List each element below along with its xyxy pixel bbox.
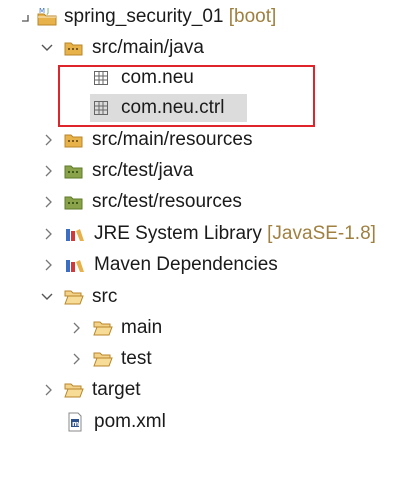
tree-item-src-main-resources[interactable]: src/main/resources	[0, 125, 411, 155]
chevron-right-icon[interactable]	[42, 227, 56, 241]
annotation-highlight-box	[58, 65, 315, 127]
maven-dependencies-label: Maven Dependencies	[94, 254, 278, 275]
target-label: target	[92, 379, 141, 400]
tree-item-pom[interactable]: m pom.xml	[0, 407, 411, 437]
chevron-right-icon[interactable]	[42, 164, 56, 178]
src-main-java-label: src/main/java	[92, 37, 204, 58]
project-label: spring_security_01	[64, 6, 224, 27]
tree-item-src-test-resources[interactable]: src/test/resources	[0, 187, 411, 217]
chevron-right-icon[interactable]	[42, 258, 56, 272]
folder-icon	[92, 317, 114, 339]
folder-label: main	[121, 317, 163, 338]
chevron-down-icon[interactable]	[18, 11, 32, 25]
chevron-right-icon[interactable]	[42, 133, 56, 147]
tree-item-target[interactable]: target	[0, 375, 411, 405]
source-folder-icon	[63, 129, 85, 151]
tree-item-maven-dependencies[interactable]: Maven Dependencies	[0, 250, 411, 280]
library-icon	[64, 254, 86, 276]
svg-text:M: M	[39, 7, 45, 15]
folder-open-icon	[63, 286, 85, 308]
source-folder-icon	[63, 37, 85, 59]
project-decoration: [boot]	[228, 6, 277, 27]
tree-item-src-test-java[interactable]: src/test/java	[0, 156, 411, 186]
src-label: src	[92, 286, 118, 307]
src-test-resources-label: src/test/resources	[92, 191, 242, 212]
chevron-right-icon[interactable]	[70, 321, 84, 335]
tree-item-folder[interactable]: test	[0, 344, 411, 374]
maven-file-icon: m	[64, 411, 86, 433]
folder-icon	[63, 379, 85, 401]
folder-icon	[92, 348, 114, 370]
chevron-right-icon[interactable]	[42, 195, 56, 209]
svg-text:J: J	[46, 7, 49, 15]
chevron-down-icon[interactable]	[40, 41, 54, 55]
tree-item-jre-library[interactable]: JRE System Library [JavaSE-1.8]	[0, 219, 411, 249]
project-icon: M J	[36, 6, 58, 28]
chevron-right-icon[interactable]	[42, 383, 56, 397]
src-test-java-label: src/test/java	[92, 160, 194, 181]
tree-item-src[interactable]: src	[0, 282, 411, 312]
test-source-folder-icon	[63, 191, 85, 213]
jre-library-label: JRE System Library	[94, 223, 262, 244]
chevron-down-icon[interactable]	[40, 290, 54, 304]
test-source-folder-icon	[63, 160, 85, 182]
svg-text:m: m	[72, 420, 79, 428]
tree-item-project[interactable]: M J spring_security_01 [boot]	[0, 2, 411, 32]
pom-label: pom.xml	[94, 411, 166, 432]
folder-label: test	[121, 348, 152, 369]
src-main-resources-label: src/main/resources	[92, 129, 253, 150]
library-icon	[64, 223, 86, 245]
jre-decoration: [JavaSE-1.8]	[267, 223, 376, 244]
tree-item-folder[interactable]: main	[0, 313, 411, 343]
project-explorer-tree: M J spring_security_01 [boot] src/main/j…	[0, 0, 411, 488]
chevron-right-icon[interactable]	[70, 352, 84, 366]
tree-item-src-main-java[interactable]: src/main/java	[0, 33, 411, 63]
